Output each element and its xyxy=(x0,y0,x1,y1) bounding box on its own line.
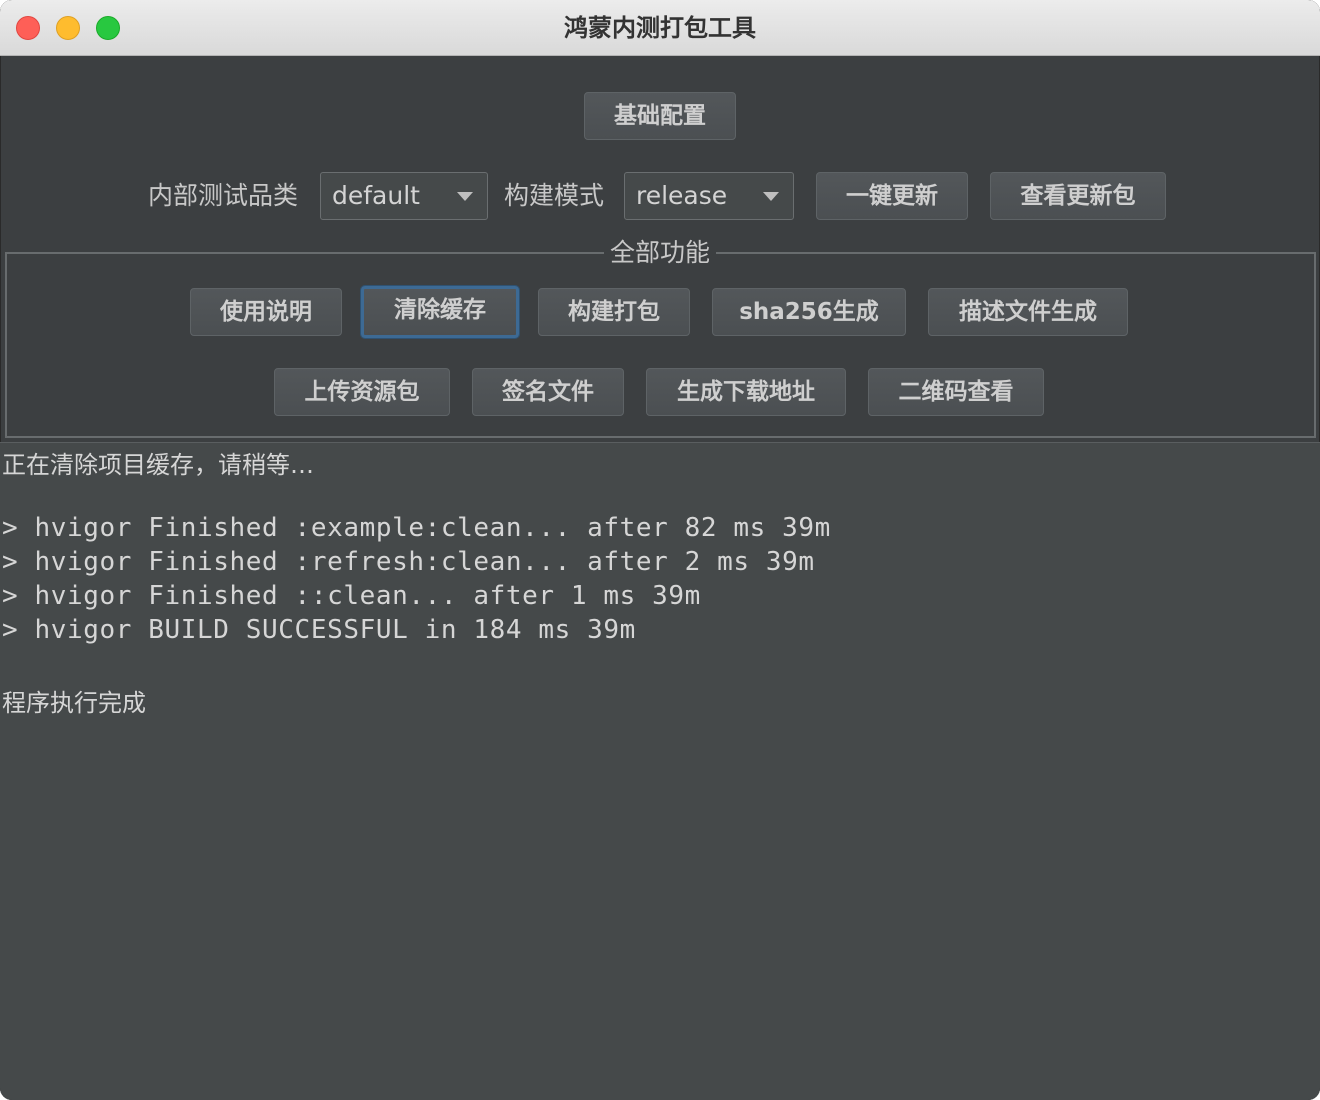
console-line: 正在清除项目缓存，请稍等… xyxy=(2,451,314,479)
app-window: 鸿蒙内测打包工具 基础配置 内部测试品类 default 构建模式 releas… xyxy=(0,0,1320,1100)
qrcode-view-button[interactable]: 二维码查看 xyxy=(868,368,1044,416)
build-mode-label: 构建模式 xyxy=(504,181,605,210)
usage-guide-button[interactable]: 使用说明 xyxy=(190,288,342,336)
category-label: 内部测试品类 xyxy=(148,181,299,210)
chevron-down-icon xyxy=(763,192,779,201)
view-update-package-button[interactable]: 查看更新包 xyxy=(990,172,1166,220)
basic-config-button[interactable]: 基础配置 xyxy=(584,92,736,140)
sha256-generate-button[interactable]: sha256生成 xyxy=(712,288,906,336)
category-select[interactable]: default xyxy=(320,172,488,220)
console-line: 程序执行完成 xyxy=(2,689,146,717)
generate-download-url-button[interactable]: 生成下载地址 xyxy=(646,368,846,416)
console-line: > hvigor BUILD SUCCESSFUL in 184 ms 39m xyxy=(2,615,636,645)
console-line: > hvigor Finished ::clean... after 1 ms … xyxy=(2,581,701,611)
sign-file-button[interactable]: 签名文件 xyxy=(472,368,624,416)
console-output[interactable]: 正在清除项目缓存，请稍等… > hvigor Finished :example… xyxy=(0,442,1320,1100)
all-features-group-title: 全部功能 xyxy=(603,234,716,272)
chevron-down-icon xyxy=(457,192,473,201)
window-title: 鸿蒙内测打包工具 xyxy=(564,14,756,42)
all-features-group-title-wrap: 全部功能 xyxy=(0,234,1320,272)
build-package-button[interactable]: 构建打包 xyxy=(538,288,690,336)
upload-resource-package-button[interactable]: 上传资源包 xyxy=(274,368,450,416)
console-line: > hvigor Finished :example:clean... afte… xyxy=(2,513,831,543)
title-bar[interactable]: 鸿蒙内测打包工具 xyxy=(0,0,1320,56)
console-line: > hvigor Finished :refresh:clean... afte… xyxy=(2,547,815,577)
category-select-value: default xyxy=(332,181,420,210)
build-mode-select[interactable]: release xyxy=(624,172,794,220)
clear-cache-button[interactable]: 清除缓存 xyxy=(361,286,519,338)
one-click-update-button[interactable]: 一键更新 xyxy=(816,172,968,220)
profile-generate-button[interactable]: 描述文件生成 xyxy=(928,288,1128,336)
build-mode-select-value: release xyxy=(636,181,728,210)
